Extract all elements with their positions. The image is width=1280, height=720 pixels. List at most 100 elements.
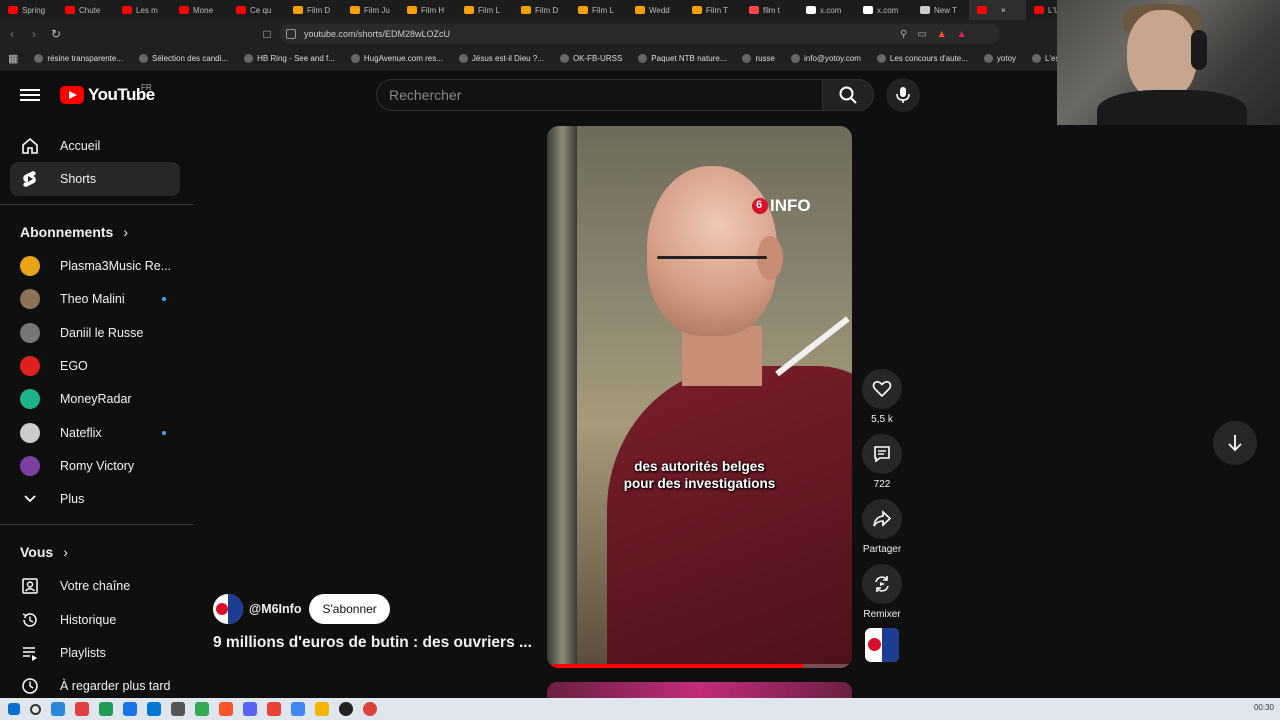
search-button[interactable] — [822, 79, 874, 111]
next-short-preview[interactable] — [547, 682, 852, 698]
taskbar-app-icon[interactable] — [243, 702, 257, 716]
browser-tab[interactable]: Film D — [285, 0, 342, 20]
taskbar-app-icon[interactable] — [147, 702, 161, 716]
site-info-icon[interactable] — [286, 29, 296, 39]
taskbar-app-icon[interactable] — [195, 702, 209, 716]
sidebar-item-subscription[interactable]: Plasma3Music Re... — [10, 249, 180, 283]
tab-favicon-icon — [65, 6, 75, 14]
zoom-icon[interactable]: ⚲ — [900, 29, 907, 40]
taskbar-app-icon[interactable] — [339, 702, 353, 716]
browser-tab[interactable]: Film L — [570, 0, 627, 20]
taskbar-app-icon[interactable] — [291, 702, 305, 716]
bookmark-item[interactable]: Sélection des candi... — [131, 54, 236, 63]
sidebar-item-subscription[interactable]: EGO — [10, 349, 180, 383]
subscribe-button[interactable]: S'abonner — [309, 594, 390, 624]
taskbar-app-icon[interactable] — [123, 702, 137, 716]
you-heading[interactable]: Vous › — [20, 544, 68, 560]
browser-tab[interactable]: New T — [912, 0, 969, 20]
like-button[interactable] — [862, 369, 902, 409]
back-icon[interactable]: ‹ — [2, 27, 22, 41]
bookmark-item[interactable]: résine transparente... — [26, 54, 131, 63]
taskbar-app-icon[interactable] — [363, 702, 377, 716]
bookmark-item[interactable]: russe — [734, 54, 783, 63]
video-progress-fill — [547, 664, 804, 668]
browser-tab[interactable]: Film D — [513, 0, 570, 20]
sidebar-item-your-channel[interactable]: Votre chaîne — [10, 569, 180, 603]
browser-tab[interactable]: Les m — [114, 0, 171, 20]
windows-start-icon[interactable] — [8, 703, 20, 715]
browser-tab[interactable]: × — [969, 0, 1026, 20]
sidebar-item-subscription[interactable]: Daniil le Russe — [10, 316, 180, 350]
taskbar-search-icon[interactable] — [30, 703, 41, 715]
url-field[interactable]: youtube.com/shorts/EDM28wLOZcU — [280, 24, 1000, 44]
browser-tab[interactable]: Film H — [399, 0, 456, 20]
channel-handle[interactable]: @M6Info — [249, 602, 301, 616]
taskbar-app-icon[interactable] — [171, 702, 185, 716]
forward-icon[interactable]: › — [24, 27, 44, 41]
search-input[interactable] — [389, 87, 822, 103]
sidebar-item-label: Nateflix — [60, 425, 102, 440]
bookmark-item[interactable]: OK-FB-URSS — [552, 54, 630, 63]
playlists-icon — [20, 644, 40, 662]
shorts-video-player[interactable]: INFO des autorités belges pour des inves… — [547, 126, 852, 668]
brave-rewards-icon[interactable]: ▲ — [957, 29, 967, 40]
browser-tab[interactable]: film t — [741, 0, 798, 20]
browser-tab[interactable]: Film L — [456, 0, 513, 20]
taskbar-app-icon[interactable] — [51, 702, 65, 716]
browser-tab[interactable]: x.com — [855, 0, 912, 20]
sidebar-item-shorts[interactable]: Shorts — [10, 162, 180, 196]
remix-button[interactable] — [862, 564, 902, 604]
video-progress-bar[interactable] — [547, 664, 852, 668]
menu-icon[interactable] — [20, 86, 40, 106]
sidebar-item-home[interactable]: Accueil — [10, 129, 180, 163]
subtitle-line-1: des autorités belges — [634, 459, 765, 474]
voice-search-button[interactable] — [886, 78, 920, 112]
bookmark-item[interactable]: HugAvenue.com res... — [343, 54, 451, 63]
sidebar-item-history[interactable]: Historique — [10, 603, 180, 637]
close-tab-icon[interactable]: × — [1001, 6, 1006, 15]
bookmark-item[interactable]: yotoy — [976, 54, 1024, 63]
bookmark-page-icon[interactable]: □ — [257, 27, 277, 41]
browser-tab[interactable]: x.com — [798, 0, 855, 20]
next-short-button[interactable] — [1213, 421, 1257, 465]
taskbar-app-icon[interactable] — [267, 702, 281, 716]
browser-tab[interactable]: Chute — [57, 0, 114, 20]
bookmark-item[interactable]: Les concours d'aute... — [869, 54, 976, 63]
bookmark-item[interactable]: info@yotoy.com — [783, 54, 869, 63]
brave-shield-icon[interactable]: ▲ — [937, 29, 947, 40]
taskbar-app-icon[interactable] — [315, 702, 329, 716]
browser-tab[interactable]: Film Ju — [342, 0, 399, 20]
bookmark-item[interactable]: Paquet NTB nature... — [630, 54, 734, 63]
channel-thumbnail-button[interactable] — [865, 628, 899, 662]
reload-icon[interactable]: ↻ — [46, 27, 66, 41]
chevron-right-icon: › — [123, 224, 129, 240]
taskbar-app-icon[interactable] — [75, 702, 89, 716]
subscriptions-heading[interactable]: Abonnements › — [20, 224, 128, 240]
sidebar-item-playlists[interactable]: Playlists — [10, 636, 180, 670]
avatar — [20, 322, 40, 343]
browser-tab[interactable]: Wedd — [627, 0, 684, 20]
bookmark-item[interactable]: HB Ring - See and f... — [236, 54, 343, 63]
browser-tab[interactable]: Mone — [171, 0, 228, 20]
sidebar-item-more[interactable]: Plus — [10, 482, 180, 516]
share-button[interactable] — [862, 499, 902, 539]
sidebar-item-subscription[interactable]: MoneyRadar — [10, 382, 180, 416]
video-frame-post — [547, 126, 577, 668]
tab-favicon-icon — [122, 6, 132, 14]
taskbar-app-icon[interactable] — [99, 702, 113, 716]
bookmark-label: yotoy — [996, 54, 1017, 63]
browser-tab[interactable]: Film T — [684, 0, 741, 20]
sidebar-item-subscription[interactable]: Romy Victory — [10, 449, 180, 483]
apps-icon[interactable]: ▦ — [0, 52, 26, 65]
bookmark-item[interactable]: Jésus est-il Dieu ?... — [451, 54, 552, 63]
taskbar-app-icon[interactable] — [219, 702, 233, 716]
comment-button[interactable] — [862, 434, 902, 474]
sidebar-item-subscription[interactable]: Theo Malini — [10, 282, 180, 316]
video-title[interactable]: 9 millions d'euros de butin : des ouvrie… — [213, 634, 532, 652]
tab-favicon-icon — [749, 6, 759, 14]
browser-tab[interactable]: Ce qu — [228, 0, 285, 20]
browser-tab[interactable]: Spring — [0, 0, 57, 20]
sidebar-item-subscription[interactable]: Nateflix — [10, 416, 180, 450]
channel-avatar[interactable] — [213, 594, 243, 624]
cast-icon[interactable]: ▭ — [917, 29, 926, 40]
